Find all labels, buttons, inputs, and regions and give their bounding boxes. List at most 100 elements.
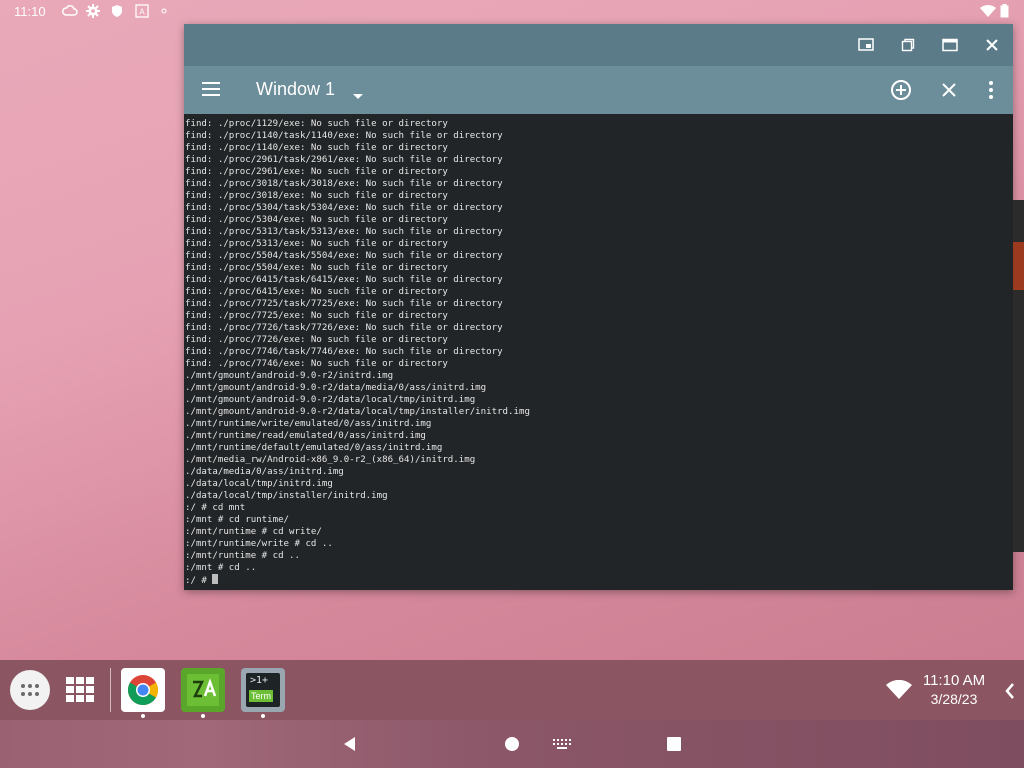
terminal-app[interactable]: >1+ Term xyxy=(241,668,285,712)
terminal-lines: find: ./proc/1129/exe: No such file or d… xyxy=(184,114,1013,586)
running-indicator xyxy=(261,714,265,718)
terminal-line-text: :/mnt/runtime # cd .. xyxy=(185,551,300,561)
terminal-line-text: find: ./proc/7746/task/7746/exe: No such… xyxy=(185,347,503,357)
clock-date: 3/28/23 xyxy=(930,691,978,707)
wifi-icon xyxy=(980,4,996,18)
terminal-window: Window 1 find: ./proc/1129/exe: No such … xyxy=(184,24,1013,590)
terminal-line: ./mnt/gmount/android-9.0-r2/data/media/0… xyxy=(185,382,1013,394)
dot-icon xyxy=(160,4,174,18)
chrome-app[interactable] xyxy=(121,668,165,712)
back-icon[interactable] xyxy=(338,732,362,756)
terminal-line-text: ./data/media/0/ass/initrd.img xyxy=(185,467,344,477)
terminal-line: find: ./proc/5313/exe: No such file or d… xyxy=(185,238,1013,250)
terminal-line: find: ./proc/7725/task/7725/exe: No such… xyxy=(185,298,1013,310)
terminal-line: find: ./proc/1129/exe: No such file or d… xyxy=(185,118,1013,130)
terminal-line: find: ./proc/6415/exe: No such file or d… xyxy=(185,286,1013,298)
terminal-line: find: ./proc/7725/exe: No such file or d… xyxy=(185,310,1013,322)
terminal-line-text: ./mnt/gmount/android-9.0-r2/data/local/t… xyxy=(185,407,530,417)
terminal-line: ./mnt/gmount/android-9.0-r2/initrd.img xyxy=(185,370,1013,382)
terminal-line: :/ # xyxy=(185,574,1013,586)
terminal-output[interactable]: find: ./proc/1129/exe: No such file or d… xyxy=(184,114,1013,590)
window-close-icon[interactable] xyxy=(981,34,1003,56)
terminal-line: ./mnt/runtime/read/emulated/0/ass/initrd… xyxy=(185,430,1013,442)
terminal-line: :/mnt/runtime/write # cd .. xyxy=(185,538,1013,550)
terminal-line: find: ./proc/5504/exe: No such file or d… xyxy=(185,262,1013,274)
terminal-line-text: find: ./proc/2961/task/2961/exe: No such… xyxy=(185,155,503,165)
terminal-line: find: ./proc/7726/task/7726/exe: No such… xyxy=(185,322,1013,334)
terminal-line-text: :/mnt # cd .. xyxy=(185,563,257,573)
launcher-button[interactable] xyxy=(10,670,50,710)
terminal-line: ./mnt/gmount/android-9.0-r2/data/local/t… xyxy=(185,406,1013,418)
more-vert-icon[interactable] xyxy=(979,78,1003,102)
recents-icon[interactable] xyxy=(662,732,686,756)
terminal-line: :/mnt # cd .. xyxy=(185,562,1013,574)
terminal-line-text: find: ./proc/1140/exe: No such file or d… xyxy=(185,143,448,153)
terminal-line-text: find: ./proc/5304/task/5304/exe: No such… xyxy=(185,203,503,213)
terminal-line-text: find: ./proc/7726/task/7726/exe: No such… xyxy=(185,323,503,333)
terminal-line: ./mnt/media_rw/Android-x86_9.0-r2_(x86_6… xyxy=(185,454,1013,466)
restore-icon[interactable] xyxy=(897,34,919,56)
zarchiver-app[interactable] xyxy=(181,668,225,712)
terminal-line-text: find: ./proc/7725/task/7725/exe: No such… xyxy=(185,299,503,309)
shield-icon xyxy=(110,4,124,18)
terminal-line-text: ./mnt/gmount/android-9.0-r2/data/local/t… xyxy=(185,395,476,405)
terminal-line: find: ./proc/3018/exe: No such file or d… xyxy=(185,190,1013,202)
terminal-line: find: ./proc/2961/task/2961/exe: No such… xyxy=(185,154,1013,166)
terminal-line: find: ./proc/1140/task/1140/exe: No such… xyxy=(185,130,1013,142)
terminal-line: find: ./proc/5313/task/5313/exe: No such… xyxy=(185,226,1013,238)
terminal-line-text: find: ./proc/3018/task/3018/exe: No such… xyxy=(185,179,503,189)
recent-apps-grid-icon[interactable] xyxy=(64,674,96,706)
menu-icon[interactable] xyxy=(200,80,224,100)
terminal-icon-sublabel: Term xyxy=(249,690,273,702)
close-session-icon[interactable] xyxy=(937,78,961,102)
terminal-line-text: :/mnt/runtime # cd write/ xyxy=(185,527,322,537)
terminal-line: ./data/local/tmp/initrd.img xyxy=(185,478,1013,490)
dots-grid-icon xyxy=(21,684,39,696)
terminal-line-text: ./mnt/gmount/android-9.0-r2/data/media/0… xyxy=(185,383,487,393)
terminal-toolbar: Window 1 xyxy=(184,66,1013,114)
terminal-line: :/mnt/runtime # cd .. xyxy=(185,550,1013,562)
pip-icon[interactable] xyxy=(855,34,877,56)
window-caption-bar[interactable] xyxy=(184,24,1013,66)
keyboard-icon[interactable] xyxy=(551,734,573,754)
maximize-icon[interactable] xyxy=(939,34,961,56)
terminal-line-text: :/ # xyxy=(185,576,213,586)
terminal-line: :/mnt/runtime # cd write/ xyxy=(185,526,1013,538)
gear-icon xyxy=(86,4,100,18)
home-icon[interactable] xyxy=(500,732,524,756)
background-window-edge xyxy=(1013,200,1024,552)
terminal-line: find: ./proc/7746/task/7746/exe: No such… xyxy=(185,346,1013,358)
wifi-icon[interactable] xyxy=(886,679,914,700)
terminal-line: ./mnt/runtime/default/emulated/0/ass/ini… xyxy=(185,442,1013,454)
terminal-cursor xyxy=(212,574,219,584)
navigation-bar xyxy=(0,720,1024,768)
terminal-line: :/mnt # cd runtime/ xyxy=(185,514,1013,526)
zarchiver-icon xyxy=(187,674,219,706)
chevron-left-icon[interactable] xyxy=(1004,682,1018,700)
add-circle-icon[interactable] xyxy=(889,78,913,102)
terminal-line-text: find: ./proc/1129/exe: No such file or d… xyxy=(185,119,448,129)
terminal-line-text: find: ./proc/5304/exe: No such file or d… xyxy=(185,215,448,225)
terminal-line-text: :/mnt/runtime/write # cd .. xyxy=(185,539,333,549)
chrome-icon xyxy=(127,675,158,706)
cloud-icon xyxy=(62,4,78,18)
background-window-accent xyxy=(1013,242,1024,290)
terminal-line-text: find: ./proc/5313/exe: No such file or d… xyxy=(185,239,448,249)
terminal-line-text: find: ./proc/6415/task/6415/exe: No such… xyxy=(185,275,503,285)
svg-text:A: A xyxy=(139,8,145,17)
terminal-line-text: ./data/local/tmp/initrd.img xyxy=(185,479,333,489)
window-title[interactable]: Window 1 xyxy=(256,79,335,100)
terminal-line: ./data/local/tmp/installer/initrd.img xyxy=(185,490,1013,502)
terminal-line: ./mnt/gmount/android-9.0-r2/data/local/t… xyxy=(185,394,1013,406)
taskbar: >1+ Term 11:10 AM 3/28/23 xyxy=(0,660,1024,720)
terminal-line-text: find: ./proc/7726/exe: No such file or d… xyxy=(185,335,448,345)
terminal-line-text: find: ./proc/5504/exe: No such file or d… xyxy=(185,263,448,273)
dropdown-caret-icon[interactable] xyxy=(352,86,364,105)
terminal-line: ./data/media/0/ass/initrd.img xyxy=(185,466,1013,478)
terminal-icon: >1+ Term xyxy=(246,673,280,707)
terminal-line: find: ./proc/5304/exe: No such file or d… xyxy=(185,214,1013,226)
taskbar-clock[interactable]: 11:10 AM 3/28/23 xyxy=(916,672,992,708)
terminal-line-text: ./mnt/gmount/android-9.0-r2/initrd.img xyxy=(185,371,394,381)
terminal-line: ./mnt/runtime/write/emulated/0/ass/initr… xyxy=(185,418,1013,430)
terminal-line-text: ./mnt/runtime/default/emulated/0/ass/ini… xyxy=(185,443,443,453)
